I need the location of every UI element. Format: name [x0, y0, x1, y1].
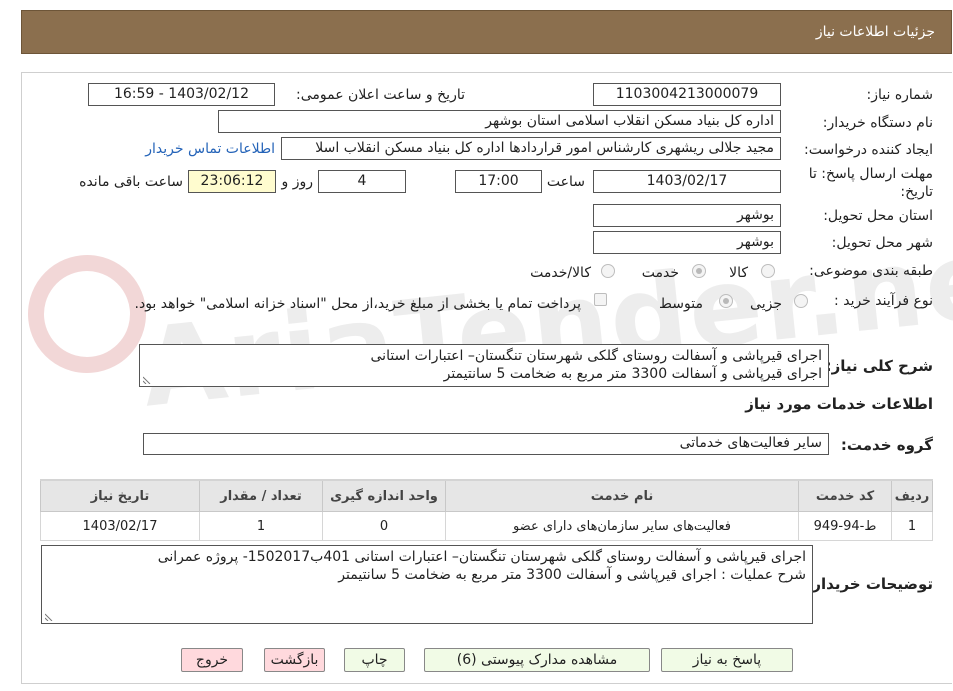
- deadline-date-field: 1403/02/17: [593, 170, 781, 193]
- buyer-contact-link[interactable]: اطلاعات تماس خریدار: [145, 141, 275, 157]
- buyer-label: نام دستگاه خریدار:: [822, 115, 933, 131]
- reply-button[interactable]: پاسخ به نیاز: [661, 648, 793, 672]
- treasury-payment-note: پرداخت تمام یا بخشی از مبلغ خرید،از محل …: [134, 296, 581, 312]
- category-service-radio[interactable]: [692, 264, 706, 278]
- days-label: روز و: [281, 174, 314, 190]
- col-date: تاریخ نیاز: [40, 479, 200, 512]
- remaining-time-field: 23:06:12: [188, 170, 276, 193]
- services-section-title: اطلاعات خدمات مورد نیاز: [745, 395, 933, 413]
- remaining-time-label: ساعت باقی مانده: [79, 174, 183, 190]
- cell-qty: 1: [199, 511, 323, 541]
- col-row: ردیف: [891, 479, 933, 512]
- col-unit: واحد اندازه گیری: [322, 479, 446, 512]
- cell-row: 1: [891, 511, 933, 541]
- service-group-field: سایر فعالیت‌های خدماتی: [143, 433, 829, 455]
- city-field: بوشهر: [593, 231, 781, 254]
- table-row: 1 ط-94-949 فعالیت‌های سایر سازمان‌های دا…: [40, 511, 933, 541]
- view-attachments-button[interactable]: مشاهده مدارک پیوستی (6): [424, 648, 650, 672]
- print-button[interactable]: چاپ: [344, 648, 405, 672]
- deadline-label: مهلت ارسال پاسخ: تا تاریخ:: [808, 166, 933, 200]
- buyer-notes-label: توضیحات خریدار:: [806, 575, 933, 593]
- cell-name: فعالیت‌های سایر سازمان‌های دارای عضو: [445, 511, 799, 541]
- service-group-label: گروه خدمت:: [840, 436, 933, 454]
- deadline-time-label: ساعت: [546, 174, 585, 190]
- buyer-notes-textarea[interactable]: اجرای قیرپاشی و آسفالت روستای گلکی شهرست…: [41, 545, 813, 624]
- services-table-header: ردیف کد خدمت نام خدمت واحد اندازه گیری ت…: [40, 479, 933, 512]
- deadline-time-field: 17:00: [455, 170, 542, 193]
- resize-grip-icon[interactable]: [45, 613, 53, 621]
- summary-label: شرح کلی نیاز:: [825, 357, 933, 375]
- creator-field: مجید جلالی ریشهری کارشناس امور قراردادها…: [281, 137, 781, 160]
- category-label: طبقه بندی موضوعی:: [809, 263, 933, 279]
- city-label: شهر محل تحویل:: [831, 235, 933, 251]
- summary-textarea[interactable]: اجرای قیرپاشی و آسفالت روستای گلکی شهرست…: [139, 344, 829, 387]
- col-name: نام خدمت: [445, 479, 799, 512]
- process-medium-radio[interactable]: [719, 294, 733, 308]
- cell-code: ط-94-949: [798, 511, 892, 541]
- category-both-radio[interactable]: [601, 264, 615, 278]
- buyer-notes-line-2: شرح عملیات : اجرای قیرپاشی و آسفالت 3300…: [338, 567, 806, 583]
- page-title: جزئیات اطلاعات نیاز: [815, 24, 935, 40]
- process-minor-radio[interactable]: [794, 294, 808, 308]
- page-header: جزئیات اطلاعات نیاز: [21, 10, 952, 54]
- exit-button[interactable]: خروج: [181, 648, 243, 672]
- announce-date-field: 1403/02/12 - 16:59: [88, 83, 275, 106]
- process-label: نوع فرآیند خرید :: [834, 293, 933, 309]
- summary-line-2: اجرای قیرپاشی و آسفالت 3300 متر مربع به …: [443, 366, 822, 382]
- col-code: کد خدمت: [798, 479, 892, 512]
- province-field: بوشهر: [593, 204, 781, 227]
- category-service-label: خدمت: [641, 265, 679, 281]
- category-goods-label: کالا: [729, 265, 748, 281]
- treasury-payment-checkbox[interactable]: [594, 293, 607, 306]
- services-table: ردیف کد خدمت نام خدمت واحد اندازه گیری ت…: [40, 479, 933, 541]
- back-button[interactable]: بازگشت: [264, 648, 325, 672]
- buyer-notes-line-1: اجرای قیرپاشی و آسفالت روستای گلکی شهرست…: [157, 549, 806, 565]
- need-number-label: شماره نیاز:: [866, 87, 934, 103]
- category-both-label: کالا/خدمت: [530, 265, 591, 281]
- cell-date: 1403/02/17: [40, 511, 200, 541]
- creator-label: ایجاد کننده درخواست:: [804, 142, 933, 158]
- announce-date-label: تاریخ و ساعت اعلان عمومی:: [296, 87, 465, 103]
- category-goods-radio[interactable]: [761, 264, 775, 278]
- province-label: استان محل تحویل:: [823, 208, 933, 224]
- process-medium-label: متوسط: [659, 296, 703, 312]
- process-minor-label: جزیی: [750, 296, 782, 312]
- days-field: 4: [318, 170, 406, 193]
- resize-grip-icon[interactable]: [143, 376, 151, 384]
- buyer-field: اداره کل بنیاد مسکن انقلاب اسلامی استان …: [218, 110, 781, 133]
- summary-line-1: اجرای قیرپاشی و آسفالت روستای گلکی شهرست…: [370, 348, 823, 364]
- col-qty: تعداد / مقدار: [199, 479, 323, 512]
- cell-unit: 0: [322, 511, 446, 541]
- need-number-field: 1103004213000079: [593, 83, 781, 106]
